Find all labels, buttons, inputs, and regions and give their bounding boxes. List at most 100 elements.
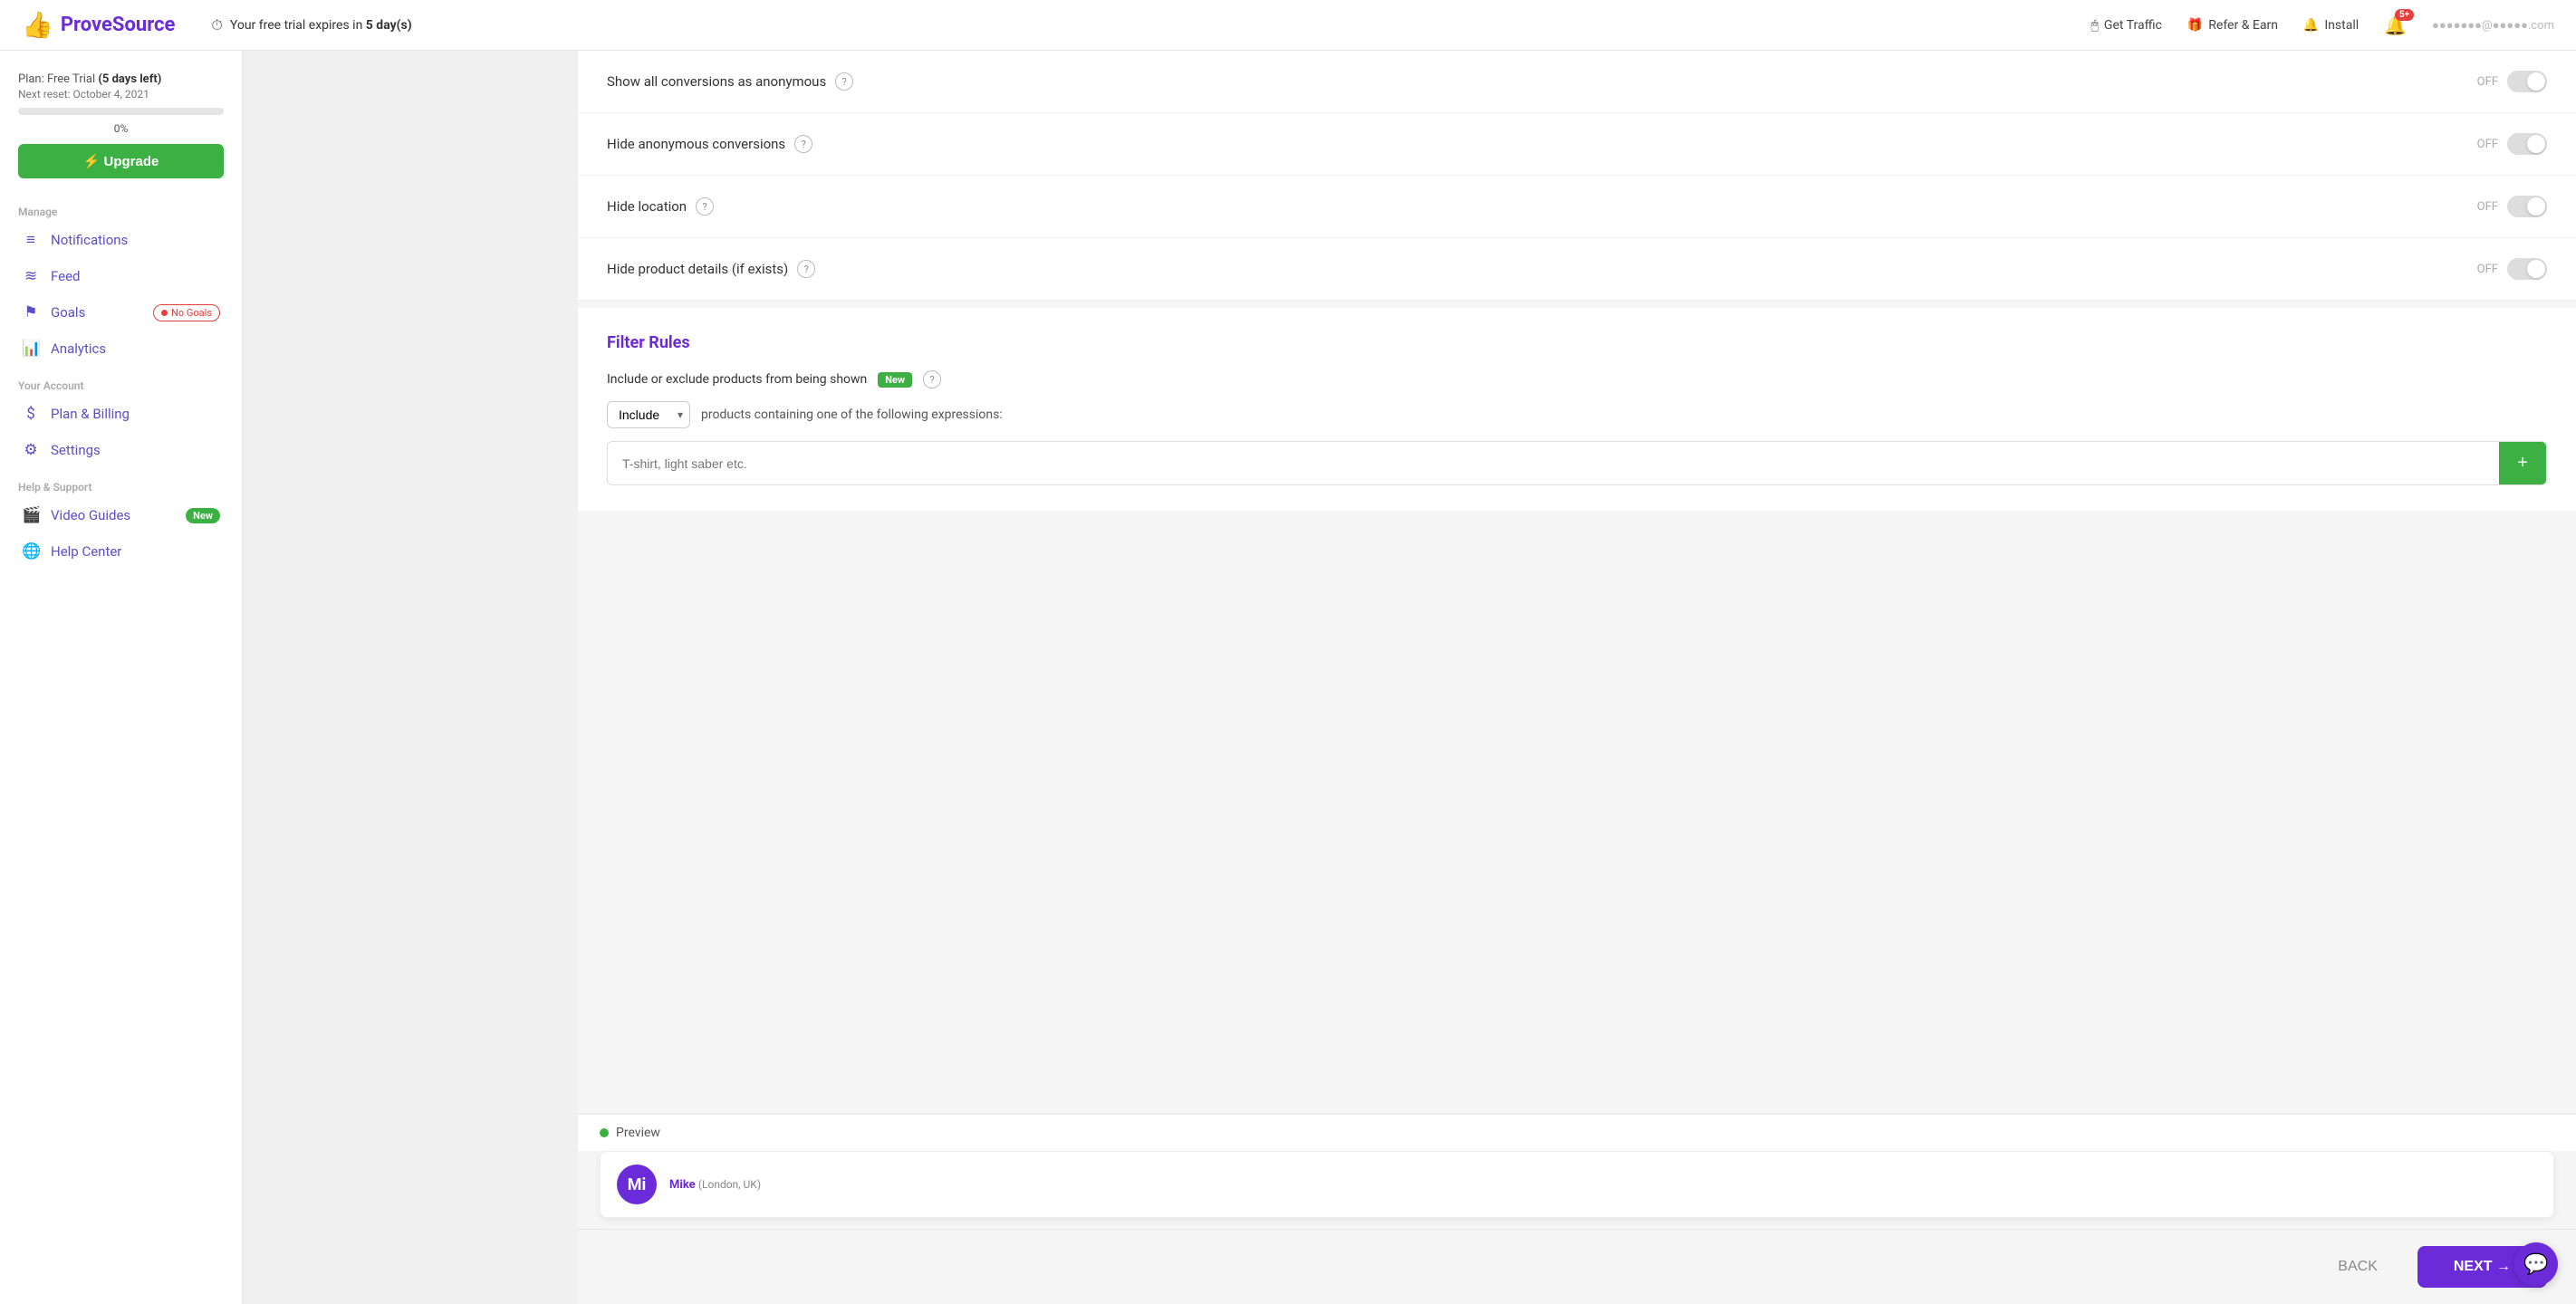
toggle-off-label: OFF	[2477, 200, 2498, 214]
preview-dot	[600, 1128, 609, 1137]
toggle-hide-anonymous[interactable]	[2507, 133, 2547, 155]
sidebar: Plan: Free Trial (5 days left) Next rese…	[0, 51, 243, 1304]
back-button[interactable]: BACK	[2316, 1248, 2399, 1286]
sidebar-item-video-guides[interactable]: 🎬 Video Guides New	[0, 497, 242, 533]
filter-add-button[interactable]: +	[2499, 442, 2546, 484]
refer-earn-label: Refer & Earn	[2208, 18, 2278, 33]
sidebar-item-label: Video Guides	[51, 507, 175, 523]
refer-earn-nav[interactable]: 🎁 Refer & Earn	[2187, 18, 2278, 33]
plan-next-reset: Next reset: October 4, 2021	[18, 88, 224, 101]
help-center-icon: 🌐	[22, 542, 40, 561]
sidebar-item-help-center[interactable]: 🌐 Help Center	[0, 533, 242, 570]
menu-icon: ≡	[22, 231, 40, 249]
trial-text: Your free trial expires in 5 day(s)	[230, 18, 412, 33]
toggle-anonymous[interactable]	[2507, 71, 2547, 92]
sidebar-item-label: Analytics	[51, 340, 220, 357]
help-icon-anonymous[interactable]: ?	[835, 72, 853, 91]
logo[interactable]: 👍 ProveSource	[22, 10, 175, 40]
sidebar-item-label: Help Center	[51, 543, 220, 560]
toggle-text-hide-location: Hide location	[607, 198, 687, 215]
preview-notification-text: Mike (London, UK)	[669, 1178, 761, 1192]
toggle-knob	[2527, 197, 2545, 216]
install-icon: 🔔	[2303, 18, 2319, 33]
chat-icon: 💬	[2523, 1253, 2548, 1276]
install-nav[interactable]: 🔔 Install	[2303, 18, 2359, 33]
sidebar-item-notifications[interactable]: ≡ Notifications	[0, 222, 242, 258]
dollar-icon: $	[22, 405, 40, 423]
toggle-off-label: OFF	[2477, 263, 2498, 276]
filter-description-row: Include or exclude products from being s…	[607, 370, 2547, 388]
plus-icon: +	[2517, 453, 2528, 474]
feed-icon: ≋	[22, 267, 40, 285]
main-layout: Plan: Free Trial (5 days left) Next rese…	[0, 51, 2576, 1304]
toggle-off-label: OFF	[2477, 75, 2498, 89]
toggle-off-label: OFF	[2477, 138, 2498, 151]
progress-bar	[18, 108, 224, 115]
wizard-main: Show all conversions as anonymous ? OFF	[578, 51, 2576, 1114]
notification-bell[interactable]: 🔔 5+	[2384, 14, 2407, 36]
sidebar-item-goals[interactable]: ⚑ Goals No Goals	[0, 294, 242, 331]
filter-expression-input[interactable]	[608, 442, 2499, 484]
toggle-text-hide-product: Hide product details (if exists)	[607, 261, 788, 277]
get-traffic-label: Get Traffic	[2104, 18, 2162, 33]
filter-title: Filter Rules	[607, 333, 2547, 352]
filter-input-row: +	[607, 441, 2547, 485]
trial-banner: ⏱ Your free trial expires in 5 day(s)	[211, 16, 411, 34]
clock-icon: ⏱	[211, 16, 222, 34]
help-icon-hide-location[interactable]: ?	[696, 197, 714, 216]
help-icon-hide-anonymous[interactable]: ?	[794, 135, 812, 153]
chat-bubble[interactable]: 💬	[2514, 1242, 2558, 1286]
plan-text: Plan: Free Trial (5 days left)	[18, 72, 224, 86]
filter-select-row: Include Exclude ▾ products containing on…	[607, 401, 2547, 428]
toggle-text-anonymous: Show all conversions as anonymous	[607, 73, 826, 90]
filter-select-wrapper: Include Exclude ▾	[607, 401, 690, 428]
sidebar-item-settings[interactable]: ⚙ Settings	[0, 432, 242, 468]
toggle-knob	[2527, 72, 2545, 91]
cursor-icon: 🖱	[2091, 18, 2099, 33]
toggle-wrapper-hide-product: OFF	[2477, 258, 2547, 280]
bell-badge: 5+	[2395, 9, 2414, 21]
toggle-wrapper-hide-location: OFF	[2477, 196, 2547, 217]
toggle-label-hide-location: Hide location ?	[607, 197, 714, 216]
sidebar-item-plan-billing[interactable]: $ Plan & Billing	[0, 396, 242, 432]
toggle-wrapper-anonymous: OFF	[2477, 71, 2547, 92]
sidebar-item-label: Goals	[51, 304, 142, 321]
help-icon-hide-product[interactable]: ?	[797, 260, 815, 278]
logo-icon: 👍	[22, 10, 53, 40]
toggle-wrapper-hide-anonymous: OFF	[2477, 133, 2547, 155]
preview-label: Preview	[616, 1126, 660, 1140]
sidebar-item-label: Plan & Billing	[51, 406, 220, 422]
sidebar-item-label: Feed	[51, 268, 220, 284]
sidebar-item-label: Notifications	[51, 232, 220, 248]
toggle-row-hide-anonymous: Hide anonymous conversions ? OFF	[578, 113, 2576, 176]
toggle-hide-product[interactable]	[2507, 258, 2547, 280]
wizard-footer: BACK NEXT →	[578, 1229, 2576, 1304]
new-badge: New	[186, 508, 220, 523]
preview-location: (London, UK)	[698, 1178, 761, 1191]
sidebar-item-analytics[interactable]: 📊 Analytics	[0, 331, 242, 367]
analytics-icon: 📊	[22, 340, 40, 358]
toggle-label-hide-product: Hide product details (if exists) ?	[607, 260, 815, 278]
help-icon-filter[interactable]: ?	[923, 370, 941, 388]
toggle-label-hide-anonymous: Hide anonymous conversions ?	[607, 135, 812, 153]
toggle-hide-location[interactable]	[2507, 196, 2547, 217]
gift-icon: 🎁	[2187, 18, 2203, 33]
header-right: 🖱 Get Traffic 🎁 Refer & Earn 🔔 Install 🔔…	[2091, 14, 2555, 36]
no-goals-dot	[161, 310, 168, 316]
toggle-label-anonymous: Show all conversions as anonymous ?	[607, 72, 853, 91]
toggle-row-hide-product: Hide product details (if exists) ? OFF	[578, 238, 2576, 300]
user-email: ●●●●●●●@●●●●●.com	[2432, 18, 2554, 33]
get-traffic-nav[interactable]: 🖱 Get Traffic	[2091, 18, 2162, 33]
sidebar-item-feed[interactable]: ≋ Feed	[0, 258, 242, 294]
toggle-text-hide-anonymous: Hide anonymous conversions	[607, 136, 785, 152]
logo-text: ProveSource	[61, 14, 176, 36]
wizard-right-panel: Show all conversions as anonymous ? OFF	[578, 51, 2576, 1304]
content-area: Show all conversions as anonymous ? OFF	[243, 51, 2576, 1304]
wizard-left-panel	[243, 51, 578, 1304]
filter-include-select[interactable]: Include Exclude	[607, 401, 690, 428]
toggle-knob	[2527, 260, 2545, 278]
toggle-row-hide-location: Hide location ? OFF	[578, 176, 2576, 238]
upgrade-button[interactable]: ⚡ Upgrade	[18, 144, 224, 178]
no-goals-badge: No Goals	[153, 304, 220, 321]
goals-icon: ⚑	[22, 303, 40, 321]
